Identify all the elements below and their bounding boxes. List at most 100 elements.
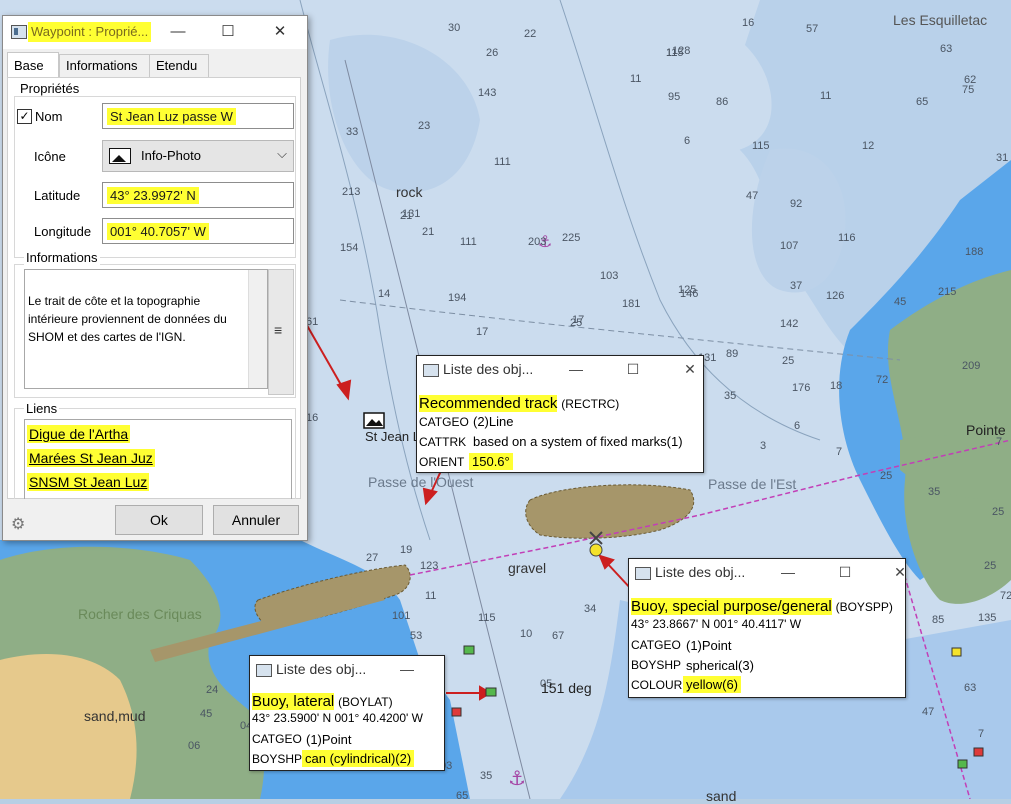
depth-sounding: 33 (346, 126, 359, 138)
depth-sounding: 65 (916, 96, 929, 108)
attr-key: CATGEO (419, 415, 469, 429)
special-buoy-coords: 43° 23.8667' N 001° 40.4117' W (631, 617, 802, 631)
attr-value: (1)Point (306, 732, 352, 747)
depth-sounding: 31 (996, 152, 1009, 164)
depth-sounding: 128 (672, 45, 691, 57)
place-name-passe-est: Passe de l'Est (708, 476, 797, 492)
depth-sounding: 92 (790, 198, 803, 210)
minimize-button[interactable]: — (163, 20, 193, 44)
depth-sounding: 72 (876, 374, 889, 386)
icon-select[interactable]: Info-Photo ⌵ (102, 140, 294, 172)
depth-sounding: 14 (378, 288, 391, 300)
depth-sounding: 17 (476, 326, 489, 338)
minimize-button[interactable]: — (394, 658, 420, 680)
info-scroll-handle[interactable]: ≡ (268, 269, 294, 395)
name-value: St Jean Luz passe W (107, 108, 236, 125)
object-list-popup-lateral-buoy[interactable]: Liste des obj... — Buoy, lateral (BOYLAT… (249, 655, 445, 771)
depth-sounding: 116 (838, 232, 856, 244)
link-digue-artha[interactable]: Digue de l'Artha (27, 425, 131, 443)
name-field[interactable]: St Jean Luz passe W (102, 103, 294, 129)
lateral-buoy-code: (BOYLAT) (338, 695, 393, 709)
depth-sounding: 6 (684, 135, 691, 147)
waypoint-map-label[interactable]: St Jean L (365, 429, 420, 444)
cancel-button[interactable]: Annuler (213, 505, 299, 535)
info-textarea[interactable]: Le trait de côte et la topographie intér… (24, 269, 268, 389)
depth-sounding: 30 (448, 22, 461, 34)
depth-sounding: 45 (200, 708, 213, 720)
depth-sounding: 86 (716, 96, 729, 108)
name-checkbox[interactable]: ✓ (17, 109, 32, 124)
popup-title: Liste des obj... (443, 361, 534, 377)
attr-value: (1)Point (686, 638, 732, 653)
attr-key: CATTRK (419, 435, 467, 449)
latitude-field[interactable]: 43° 23.9972' N (102, 182, 294, 208)
depth-sounding: 53 (410, 630, 423, 642)
depth-sounding: 215 (938, 286, 957, 298)
depth-sounding: 154 (340, 242, 359, 254)
depth-sounding: 16 (742, 17, 755, 29)
object-list-popup-track[interactable]: Liste des obj... — ☐ ✕ Recommended track… (416, 355, 704, 473)
depth-sounding: 57 (806, 23, 819, 35)
links-group-label: Liens (24, 401, 60, 416)
name-label: Nom (35, 109, 63, 124)
depth-sounding: 35 (480, 770, 493, 782)
app-icon (635, 567, 651, 580)
depth-sounding: 194 (448, 292, 467, 304)
depth-sounding: 63 (964, 682, 977, 694)
info-text: Le trait de côte et la topographie intér… (28, 294, 227, 344)
depth-sounding: 11 (820, 90, 832, 102)
minimize-button[interactable]: — (775, 561, 801, 583)
icon-select-value: Info-Photo (141, 148, 201, 163)
popup-title-bar[interactable]: Liste des obj... — ☐ ✕ (629, 559, 906, 586)
maximize-button[interactable]: ☐ (620, 358, 646, 380)
tab-informations[interactable]: Informations (59, 54, 155, 77)
info-scrollbar[interactable] (248, 270, 267, 388)
link-snsm[interactable]: SNSM St Jean Luz (27, 473, 150, 491)
info-group-label: Informations (24, 250, 100, 265)
depth-sounding: 188 (965, 246, 984, 258)
photo-icon (109, 148, 131, 164)
depth-sounding: 21 (422, 226, 435, 238)
close-button[interactable]: ✕ (677, 358, 703, 380)
depth-sounding: 63 (940, 43, 953, 55)
seabed-gravel: gravel (508, 560, 547, 576)
longitude-field[interactable]: 001° 40.7057' W (102, 218, 294, 244)
red-buoy-e (973, 747, 984, 757)
dialog-title-bar[interactable]: Waypoint : Proprié... — ☐ ✕ (3, 16, 307, 49)
seabed-rock: rock (396, 184, 423, 200)
bearing-label: 151 deg (541, 680, 592, 696)
popup-title-bar[interactable]: Liste des obj... — ☐ ✕ (417, 356, 703, 383)
waypoint-properties-dialog[interactable]: Waypoint : Proprié... — ☐ ✕ Base Informa… (2, 15, 308, 541)
depth-sounding: 115 (478, 612, 496, 624)
special-buoy-heading: Buoy, special purpose/general (BOYSPP) (631, 598, 893, 615)
track-code: (RECTRC) (561, 397, 620, 411)
links-list[interactable]: Digue de l'Artha Marées St Jean Juz SNSM… (24, 419, 292, 499)
depth-sounding: 7 (836, 446, 843, 458)
waypoint-photo-icon (363, 412, 385, 429)
link-marees[interactable]: Marées St Jean Juz (27, 449, 155, 467)
tab-base[interactable]: Base (7, 52, 59, 77)
depth-sounding: 75 (962, 84, 975, 96)
attr-key: BOYSHP (252, 752, 303, 766)
popup-title-bar[interactable]: Liste des obj... — (250, 656, 444, 683)
depth-sounding: 25 (992, 506, 1005, 518)
tab-etendu[interactable]: Etendu (149, 54, 209, 77)
longitude-label: Longitude (34, 224, 92, 239)
latitude-value: 43° 23.9972' N (107, 187, 199, 204)
depth-sounding: 126 (826, 290, 845, 302)
depth-sounding: 19 (400, 544, 413, 556)
depth-sounding: 7 (978, 728, 985, 740)
ok-button[interactable]: Ok (115, 505, 203, 535)
minimize-button[interactable]: — (563, 358, 589, 380)
close-button[interactable]: ✕ (887, 561, 913, 583)
green-buoy-ne (463, 645, 475, 655)
maximize-button[interactable]: ☐ (832, 561, 858, 583)
object-list-popup-special-buoy[interactable]: Liste des obj... — ☐ ✕ Buoy, special pur… (628, 558, 906, 698)
gear-icon[interactable]: ⚙ (11, 514, 25, 533)
maximize-button[interactable]: ☐ (213, 20, 243, 44)
track-name: Recommended track (419, 395, 558, 412)
close-button[interactable]: ✕ (265, 20, 295, 44)
red-buoy-w (451, 707, 462, 717)
depth-sounding: 67 (552, 630, 565, 642)
depth-sounding: 26 (486, 47, 499, 59)
